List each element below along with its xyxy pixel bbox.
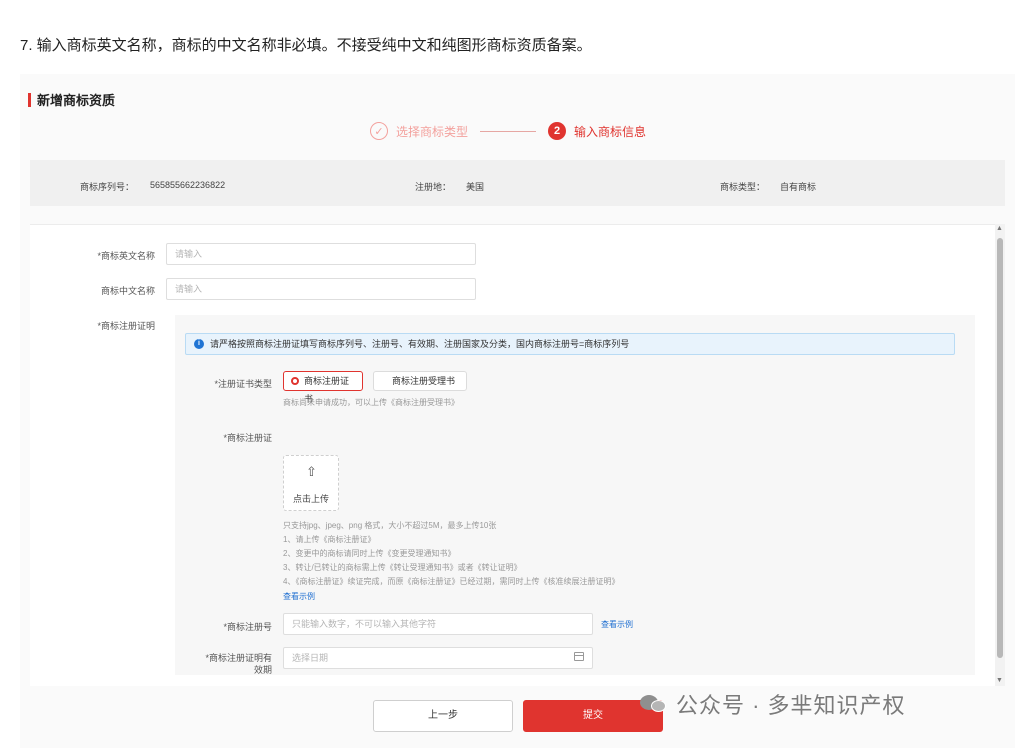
type-value: 自有商标: [780, 182, 817, 192]
english-name-label: *商标英文名称: [97, 251, 155, 261]
upload-button[interactable]: ⇧ 点击上传: [283, 455, 339, 511]
certificate-subpanel: i 请严格按照商标注册证填写商标序列号、注册号、有效期、注册国家及分类，国内商标…: [175, 315, 975, 675]
step-1-label: 选择商标类型: [396, 124, 469, 139]
checkmark-icon: ✓: [370, 122, 388, 140]
cert-type-label: *注册证书类型: [214, 379, 272, 389]
region-label: 注册地：: [415, 182, 452, 192]
wechat-icon: [640, 693, 668, 715]
radio-cert-receipt-label: 商标注册受理书: [392, 376, 456, 386]
watermark: 公众号 · 多芈知识产权: [640, 688, 906, 720]
notice-banner: i 请严格按照商标注册证填写商标序列号、注册号、有效期、注册国家及分类，国内商标…: [185, 333, 955, 355]
prev-button[interactable]: 上一步: [373, 700, 513, 732]
cert-type-hint: 商标尚未申请成功，可以上传《商标注册受理书》: [283, 398, 459, 407]
radio-selected-icon: [291, 377, 299, 385]
stepper: ✓ 选择商标类型 2 输入商标信息: [370, 122, 646, 140]
dialog-header: 新增商标资质: [28, 90, 115, 109]
instruction-text: 7. 输入商标英文名称，商标的中文名称非必填。不接受纯中文和纯图形商标资质备案。: [20, 37, 592, 54]
type-label: 商标类型：: [720, 182, 766, 192]
serial-value: 565855662236822: [150, 180, 226, 190]
validity-label-line2: 效期: [253, 665, 272, 675]
dialog-title: 新增商标资质: [37, 93, 116, 108]
reg-number-input[interactable]: 只能输入数字，不可以输入其他字符: [283, 613, 593, 635]
scrollbar[interactable]: ▲ ▼: [995, 224, 1005, 686]
upload-text: 点击上传: [292, 494, 329, 504]
step-2-number: 2: [548, 122, 567, 140]
chinese-name-input[interactable]: 请输入: [166, 278, 476, 300]
scroll-up-icon[interactable]: ▲: [996, 225, 1003, 232]
validity-placeholder: 选择日期: [292, 653, 329, 663]
upload-example-link[interactable]: 查看示例: [283, 591, 315, 602]
info-icon: i: [194, 339, 204, 349]
notice-text: 请严格按照商标注册证填写商标序列号、注册号、有效期、注册国家及分类，国内商标注册…: [210, 339, 630, 349]
radio-cert-certificate[interactable]: 商标注册证书: [283, 371, 363, 404]
chinese-name-label: 商标中文名称: [100, 286, 155, 296]
trademark-dialog: 新增商标资质 ✓ 选择商标类型 2 输入商标信息 商标序列号： 56585566…: [20, 74, 1015, 748]
cert-upload-label: *商标注册证: [223, 433, 272, 443]
upload-rule: 3、转让/已转让的商标需上传《转让受理通知书》或者《转让证明》: [283, 563, 522, 572]
radio-cert-receipt[interactable]: 商标注册受理书: [373, 371, 467, 391]
serial-label: 商标序列号：: [80, 182, 135, 192]
upload-rules: 只支持jpg、jpeg、png 格式，大小不超过5M，最多上传10张 1、请上传…: [283, 519, 619, 589]
scroll-thumb[interactable]: [997, 238, 1003, 658]
validity-date-input[interactable]: 选择日期: [283, 647, 593, 669]
validity-label: *商标注册证明有 效期: [175, 652, 272, 676]
upload-icon: ⇧: [306, 464, 317, 479]
trademark-info-bar: 商标序列号： 565855662236822 注册地： 美国 商标类型： 自有商…: [30, 160, 1005, 206]
page: 7. 输入商标英文名称，商标的中文名称非必填。不接受纯中文和纯图形商标资质备案。…: [0, 0, 1021, 748]
step-connector: [480, 130, 537, 132]
upload-rule: 1、请上传《商标注册证》: [283, 535, 376, 544]
watermark-text: 公众号 · 多芈知识产权: [676, 693, 906, 718]
reg-number-example-link[interactable]: 查看示例: [601, 619, 633, 630]
calendar-icon: [574, 652, 584, 661]
title-accent-bar: [28, 92, 31, 107]
reg-number-label: *商标注册号: [223, 622, 272, 632]
upload-rule: 2、变更中的商标请同时上传《变更受理通知书》: [283, 549, 456, 558]
english-name-input[interactable]: 请输入: [166, 243, 476, 265]
wechat-bubble-small: [651, 700, 666, 712]
scroll-down-icon[interactable]: ▼: [996, 677, 1003, 684]
certificate-section-label: *商标注册证明: [97, 321, 155, 331]
upload-rule: 4、《商标注册证》续证完成，而原《商标注册证》已经过期，需同时上传《核准续展注册…: [283, 577, 620, 586]
validity-label-line1: *商标注册证明有: [205, 653, 272, 663]
upload-rule: 只支持jpg、jpeg、png 格式，大小不超过5M，最多上传10张: [283, 521, 497, 530]
step-2-label: 输入商标信息: [574, 124, 647, 139]
form-panel: *商标英文名称 请输入 商标中文名称 请输入 *商标注册证明 i 请严格按照商标…: [30, 224, 995, 686]
region-value: 美国: [466, 182, 485, 192]
